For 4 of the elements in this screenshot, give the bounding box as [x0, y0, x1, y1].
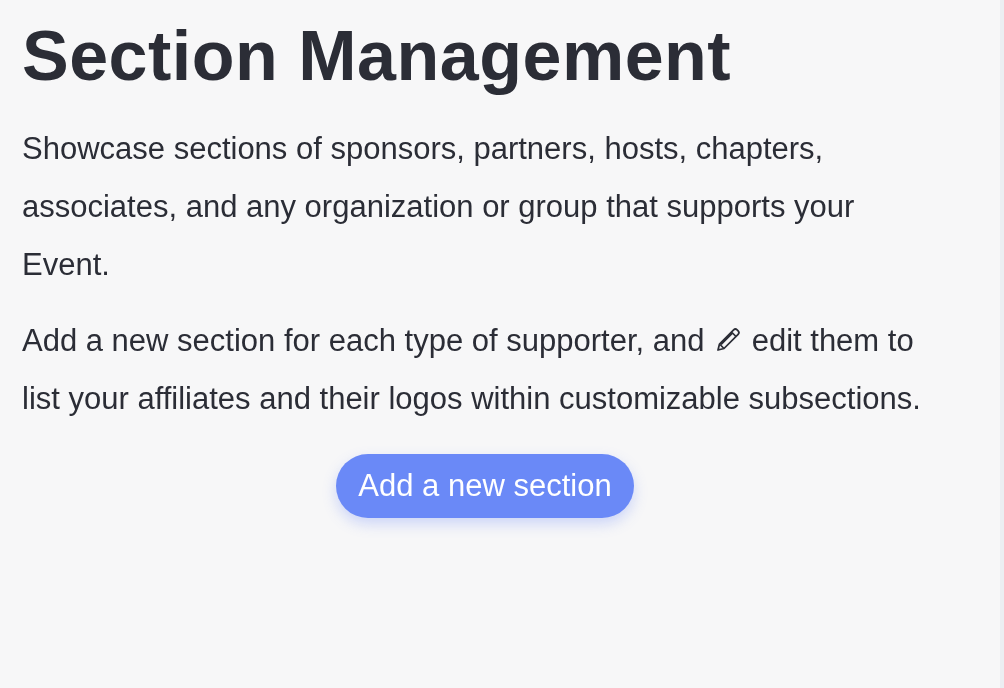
add-section-button[interactable]: Add a new section [336, 454, 634, 518]
description-text: Showcase sections of sponsors, partners, hosts, chapters, associates, and any organization or group that supports your Event. [22, 130, 856, 284]
instruction-text: Add a new section for each type of supporter, and edit them to list your affiliates and their logos within customizable subsections. [22, 322, 922, 418]
page-title: Section Management [22, 16, 733, 97]
